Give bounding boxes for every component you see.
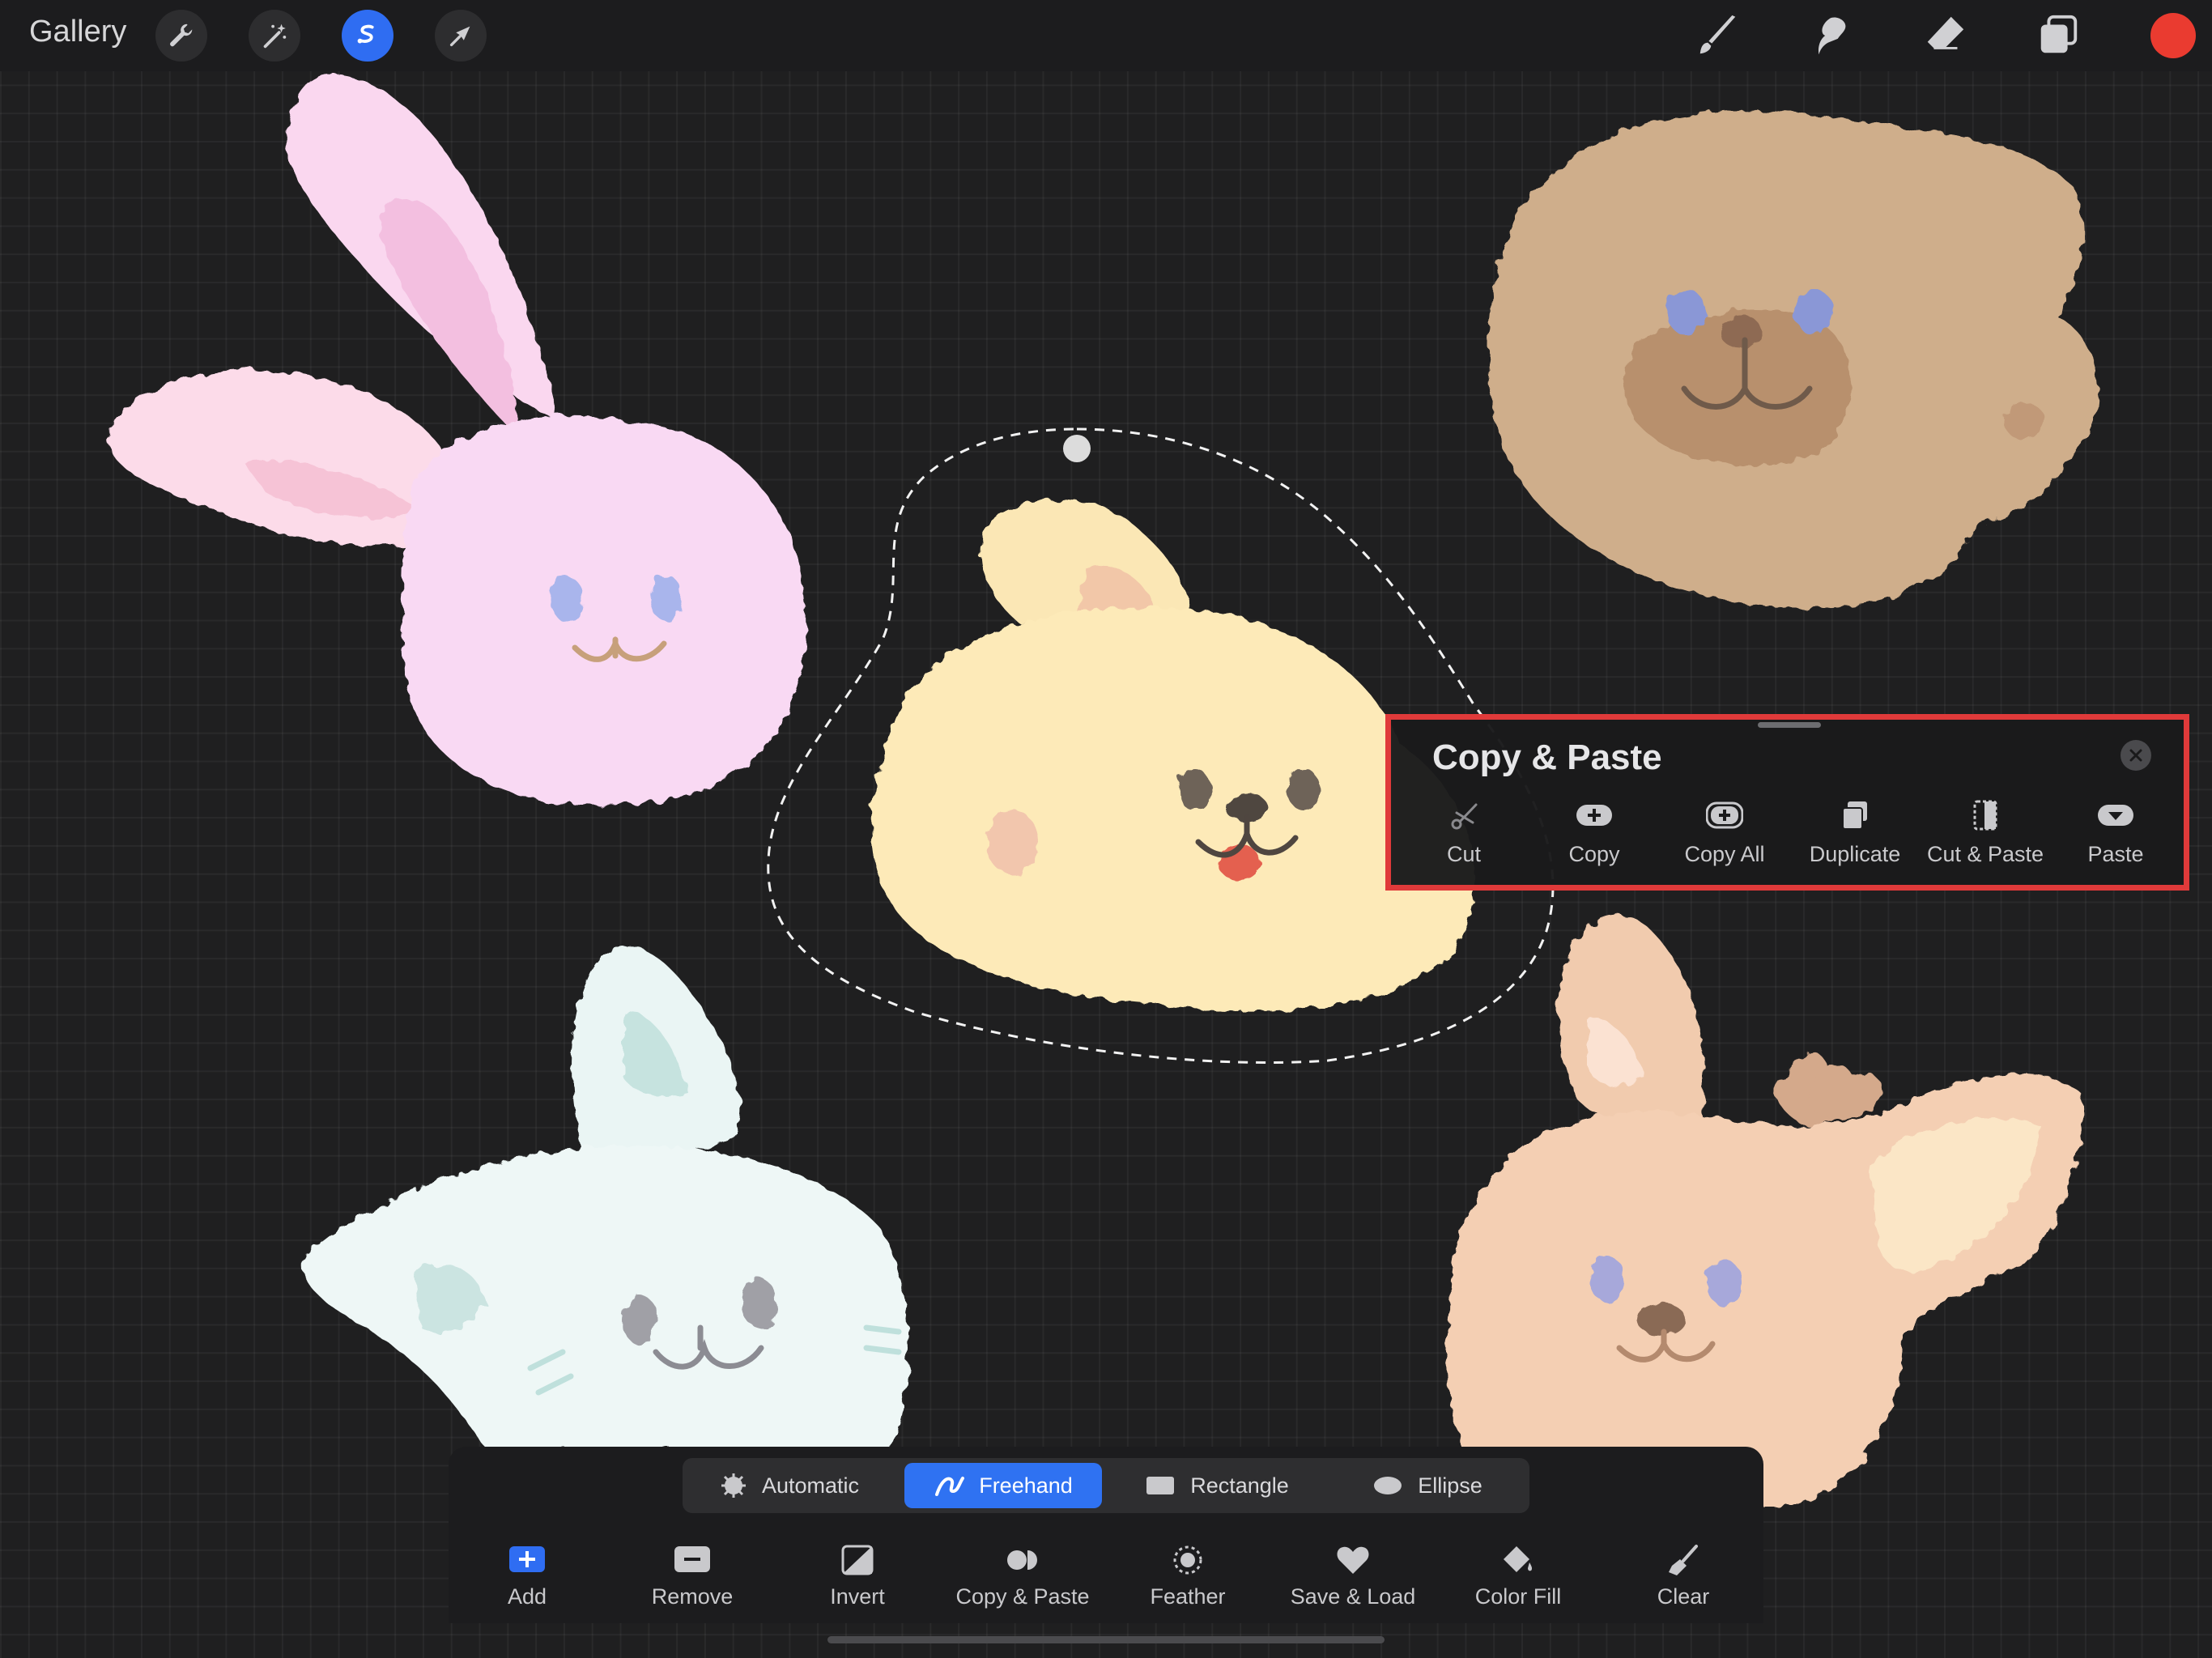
mode-freehand[interactable]: Freehand	[904, 1463, 1102, 1508]
add-icon	[509, 1546, 545, 1572]
bear-drawing	[1487, 110, 2099, 609]
feather-icon	[1173, 1545, 1202, 1575]
cat-drawing	[303, 946, 908, 1449]
color-fill-icon	[1504, 1546, 1533, 1572]
bunny-drawing	[108, 74, 806, 806]
home-indicator	[827, 1636, 1385, 1643]
selection-handle[interactable]	[1063, 435, 1091, 462]
feather-tool[interactable]: Feather	[1119, 1542, 1257, 1609]
mode-ellipse[interactable]: Ellipse	[1330, 1463, 1525, 1508]
invert-icon	[841, 1545, 874, 1575]
invert-tool[interactable]: Invert	[789, 1542, 926, 1609]
selection-toolbar: Automatic Freehand Rectangle Ellipse Add…	[449, 1447, 1763, 1623]
deer-drawing	[1447, 914, 2082, 1506]
mode-automatic[interactable]: Automatic	[692, 1463, 887, 1508]
clear-icon	[1669, 1545, 1698, 1575]
remove-tool[interactable]: Remove	[623, 1542, 761, 1609]
freehand-icon	[935, 1477, 965, 1496]
remove-icon	[674, 1546, 710, 1572]
ellipse-icon	[1374, 1477, 1402, 1494]
selection-mode-segmented-control: Automatic Freehand Rectangle Ellipse	[683, 1458, 1529, 1513]
rectangle-icon	[1146, 1477, 1175, 1494]
color-fill-tool[interactable]: Color Fill	[1449, 1542, 1587, 1609]
add-tool[interactable]: Add	[458, 1542, 596, 1609]
save-load-icon	[1337, 1546, 1369, 1574]
automatic-icon	[721, 1473, 746, 1498]
save-load-tool[interactable]: Save & Load	[1284, 1542, 1422, 1609]
mode-rectangle[interactable]: Rectangle	[1120, 1463, 1314, 1508]
copy-paste-icon	[1007, 1550, 1037, 1570]
copy-paste-tool[interactable]: Copy & Paste	[954, 1542, 1091, 1609]
clear-tool[interactable]: Clear	[1614, 1542, 1752, 1609]
highlight-box	[1385, 714, 2189, 891]
dog-drawing	[871, 500, 1475, 1012]
